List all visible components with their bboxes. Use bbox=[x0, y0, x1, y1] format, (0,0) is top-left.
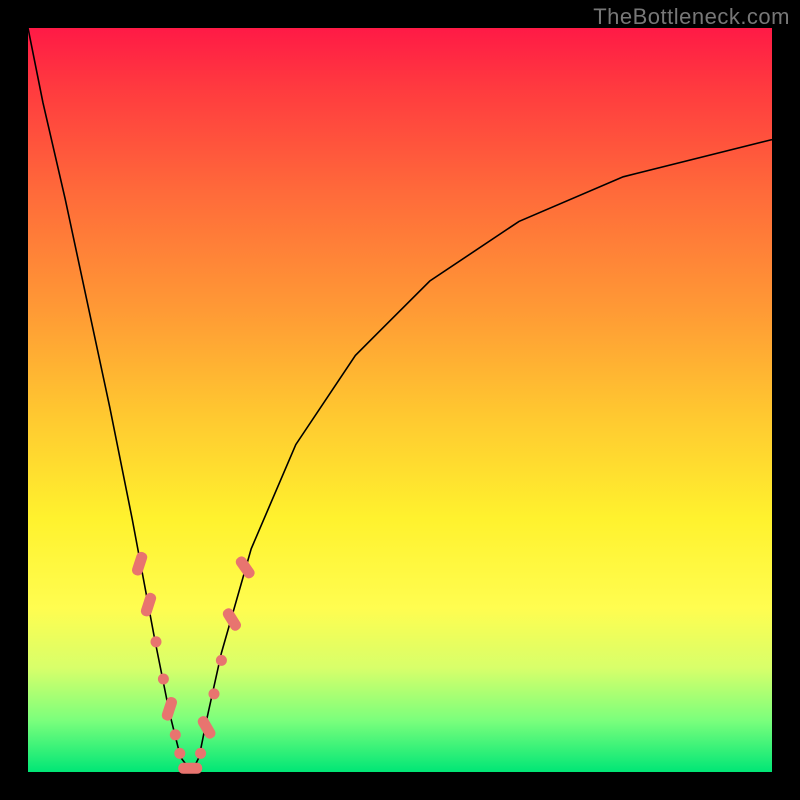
curve-marker-dot bbox=[170, 729, 181, 740]
curve-marker-dot bbox=[209, 688, 220, 699]
curve-marker-pill bbox=[160, 696, 178, 722]
curve-marker-pill bbox=[131, 551, 149, 577]
marker-group bbox=[131, 551, 257, 774]
curve-marker-pill bbox=[221, 606, 243, 632]
curve-marker-dot bbox=[195, 748, 206, 759]
bottleneck-chart-svg bbox=[28, 28, 772, 772]
bottleneck-curve-path bbox=[28, 28, 772, 772]
chart-plot-area bbox=[28, 28, 772, 772]
curve-marker-pill bbox=[234, 554, 257, 580]
curve-marker-dot bbox=[216, 655, 227, 666]
watermark-text: TheBottleneck.com bbox=[593, 4, 790, 30]
curve-marker-dot bbox=[151, 636, 162, 647]
curve-marker-pill bbox=[140, 591, 158, 617]
curve-marker-dot bbox=[158, 674, 169, 685]
curve-marker-pill bbox=[178, 763, 202, 774]
curve-marker-dot bbox=[174, 748, 185, 759]
curve-marker-pill bbox=[196, 714, 218, 740]
